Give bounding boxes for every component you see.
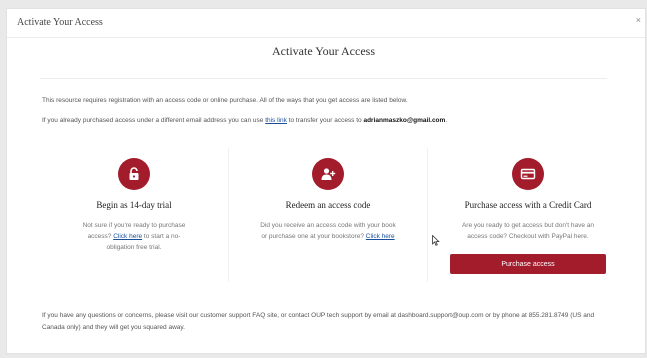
window-titlebar: Activate Your Access × <box>7 9 645 38</box>
transfer-text-middle: to transfer your access to <box>286 117 364 124</box>
support-note: If you have any questions or concerns, p… <box>42 312 595 331</box>
account-email: adrianmaszko@gmail.com <box>363 117 446 124</box>
trial-description: Not sure if you're ready to purchase acc… <box>74 220 194 253</box>
page-title: Activate Your Access <box>272 44 375 58</box>
purchase-option: Purchase access with a Credit Card Are y… <box>426 148 630 282</box>
purchase-access-button[interactable]: Purchase access <box>450 254 606 274</box>
transfer-link[interactable]: this link <box>265 117 287 124</box>
divider <box>40 78 607 79</box>
trial-option: Begin as 14-day trial Not sure if you're… <box>40 148 228 282</box>
transfer-text: If you already purchased access under a … <box>42 116 617 125</box>
redeem-option: Redeem an access code Did you receive an… <box>228 148 428 282</box>
close-icon[interactable]: × <box>636 15 641 25</box>
mouse-cursor-icon <box>432 234 440 248</box>
trial-heading: Begin as 14-day trial <box>96 200 172 210</box>
trial-link[interactable]: Click here <box>113 233 142 240</box>
intro-text: This resource requires registration with… <box>42 97 408 104</box>
redeem-description: Did you receive an access code with your… <box>258 220 398 242</box>
transfer-text-suffix: . <box>445 117 448 124</box>
add-user-icon <box>312 158 344 190</box>
purchase-description: Are you ready to get access but don't ha… <box>461 222 595 240</box>
redeem-heading: Redeem an access code <box>285 200 371 210</box>
window-title: Activate Your Access <box>17 17 103 28</box>
redeem-link[interactable]: Click here <box>366 233 395 240</box>
credit-card-icon <box>512 158 544 190</box>
lock-icon <box>118 158 150 190</box>
transfer-text-prefix: If you already purchased access under a … <box>42 117 266 124</box>
purchase-heading: Purchase access with a Credit Card <box>464 200 592 210</box>
